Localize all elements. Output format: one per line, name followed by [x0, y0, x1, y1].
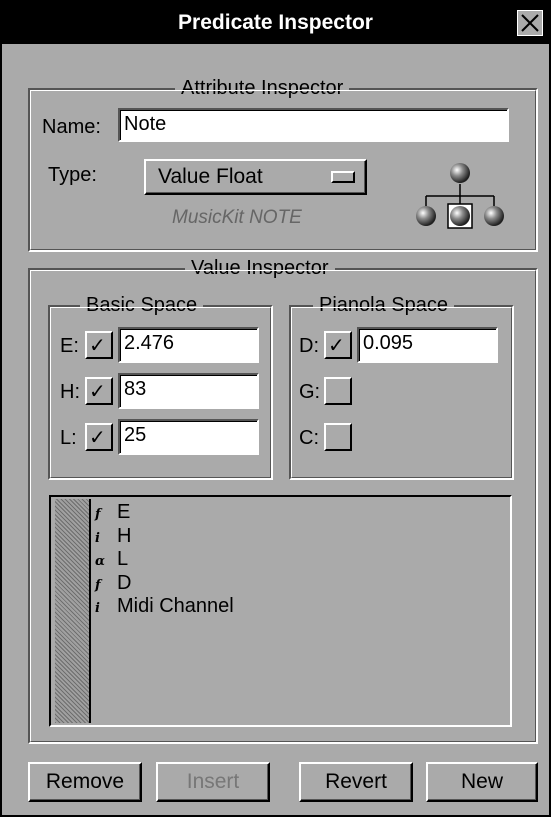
basic-row-l-field[interactable]: 25 — [118, 419, 259, 455]
revert-button[interactable]: Revert — [299, 762, 413, 802]
check-icon: ✓ — [89, 427, 106, 449]
attribute-list-items: fE iH αL fD i Midi Channel — [95, 501, 234, 619]
list-item-label: H — [117, 524, 132, 547]
close-button[interactable] — [517, 10, 543, 36]
pianola-row-g-label: G: — [299, 381, 321, 403]
list-item[interactable]: iH — [95, 525, 234, 549]
basic-row-l-checkbox[interactable]: ✓ — [85, 423, 113, 451]
list-item-label: Midi Channel — [117, 595, 234, 617]
type-popup-label: Value Float — [158, 165, 263, 188]
type-popup-button[interactable]: Value Float — [144, 159, 367, 195]
pianola-row-g-checkbox[interactable] — [324, 377, 352, 405]
basic-row-l-label: L: — [60, 427, 77, 449]
basic-row-e-checkbox[interactable]: ✓ — [85, 331, 113, 359]
insert-button[interactable]: Insert — [156, 762, 270, 802]
window-title: Predicate Inspector — [178, 11, 373, 34]
pianola-row-d-label: D: — [299, 335, 319, 357]
value-inspector-legend: Value Inspector — [185, 256, 335, 280]
pianola-row-c-label: C: — [299, 427, 319, 449]
pianola-row-d-checkbox[interactable]: ✓ — [324, 331, 352, 359]
popup-menu-icon — [331, 171, 355, 183]
basic-row-h-field[interactable]: 83 — [118, 373, 259, 409]
name-field[interactable]: Note — [118, 108, 509, 142]
list-item[interactable]: fD — [95, 572, 234, 596]
type-label: Type: — [48, 164, 97, 186]
basic-row-e-field[interactable]: 2.476 — [118, 327, 259, 363]
check-icon: ✓ — [89, 335, 106, 357]
list-scrollbar[interactable] — [55, 499, 91, 723]
float-type-icon: f — [95, 577, 101, 593]
name-label: Name: — [42, 116, 101, 138]
pianola-space-legend: Pianola Space — [313, 293, 454, 317]
basic-row-h-checkbox[interactable]: ✓ — [85, 377, 113, 405]
float-type-icon: f — [95, 507, 101, 522]
pianola-row-d-field[interactable]: 0.095 — [357, 327, 498, 363]
list-item[interactable]: i Midi Channel — [95, 595, 234, 619]
integer-type-icon: i — [95, 530, 100, 546]
title-bar[interactable]: Predicate Inspector — [2, 2, 549, 44]
list-item-label: L — [117, 548, 129, 570]
list-item[interactable]: fE — [95, 501, 234, 525]
check-icon: ✓ — [89, 381, 106, 403]
check-icon: ✓ — [328, 335, 345, 357]
list-item-label: E — [117, 501, 131, 523]
close-icon — [521, 14, 539, 32]
predicate-inspector-window: Predicate Inspector Attribute Inspector … — [0, 0, 551, 817]
integer-type-icon: i — [95, 601, 100, 616]
attribute-inspector-legend: Attribute Inspector — [175, 76, 350, 100]
pianola-row-c-checkbox[interactable] — [324, 423, 352, 451]
basic-row-h-label: H: — [60, 381, 80, 403]
attribute-list[interactable]: fE iH αL fD i Midi Channel — [49, 495, 512, 727]
hierarchy-tree-icon[interactable] — [408, 160, 512, 234]
basic-space-legend: Basic Space — [80, 293, 204, 317]
list-item[interactable]: αL — [95, 548, 234, 572]
list-item-label: D — [117, 571, 132, 594]
new-button[interactable]: New — [426, 762, 538, 802]
remove-button[interactable]: Remove — [28, 762, 142, 802]
basic-row-e-label: E: — [60, 335, 79, 357]
alpha-type-icon: α — [95, 554, 106, 569]
class-note: MusicKit NOTE — [172, 207, 302, 228]
